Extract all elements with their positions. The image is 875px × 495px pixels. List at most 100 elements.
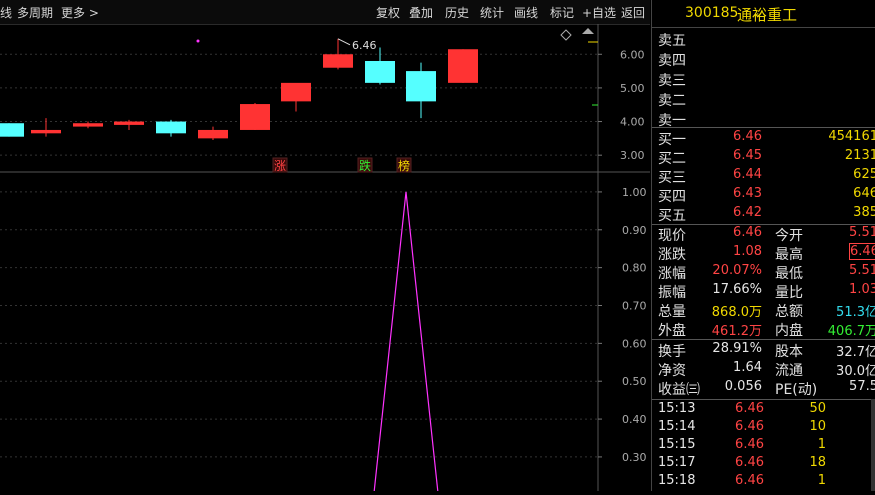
- bid-label: 买四: [658, 189, 686, 205]
- more-menu[interactable]: 更多 >: [61, 4, 99, 21]
- bid-price: 6.43: [733, 186, 762, 201]
- bid-price: 6.44: [733, 167, 762, 182]
- ask-label: 卖二: [658, 93, 686, 109]
- bid-row: 买三 6.44 625: [652, 167, 875, 186]
- divider: [652, 339, 875, 340]
- candle-body: [365, 61, 395, 83]
- ask-row: 卖五: [652, 30, 875, 49]
- stat-label: 流通: [775, 363, 803, 379]
- stat-value: 406.7万: [827, 324, 875, 339]
- stat-value: 32.7亿: [836, 345, 875, 360]
- stat-row: 总量 868.0万 总额 51.3亿: [652, 301, 875, 320]
- stat-label: 量比: [775, 285, 803, 301]
- stock-code[interactable]: 300185: [685, 5, 738, 21]
- indicator-tick-label: 0.90: [622, 224, 647, 237]
- stat-label: 股本: [775, 344, 803, 360]
- fragment-tab[interactable]: 线: [0, 4, 12, 21]
- stat-label: 总额: [775, 304, 803, 320]
- mark-button[interactable]: 标记: [550, 4, 574, 21]
- stat-value: 868.0万: [711, 305, 762, 320]
- trade-price: 6.46: [735, 419, 764, 434]
- stat-row: 振幅 17.66% 量比 1.03: [652, 282, 875, 301]
- multi-period-tab[interactable]: 多周期: [17, 4, 53, 21]
- event-marker-3: 榜: [398, 158, 410, 173]
- kline-chart: 6.00 5.00 4.00 3.00 6.46 涨 跌 榜 1.00 0.90 0.80 0.70 0…: [0, 24, 650, 494]
- ask-row: 卖四: [652, 50, 875, 69]
- ask-label: 卖五: [658, 33, 686, 49]
- stat-label: 总量: [658, 304, 686, 320]
- stat-label: 内盘: [775, 323, 803, 339]
- bid-row: 买五 6.42 385: [652, 205, 875, 224]
- bid-volume: 2131: [844, 148, 875, 163]
- bid-volume: 385: [853, 205, 875, 220]
- draw-line-button[interactable]: 画线: [514, 4, 538, 21]
- candle-body: [114, 121, 144, 125]
- event-marker-1: 涨: [274, 158, 286, 173]
- bid-price: 6.42: [733, 205, 762, 220]
- stat-label: 涨幅: [658, 266, 686, 282]
- quote-panel: 300185 通裕重工 卖五 卖四 卖三 卖二 卖一 买一 6.46 454161 买二 6.45…: [651, 0, 875, 491]
- stat-value: 5.51: [849, 225, 875, 240]
- stat-label: PE(动): [775, 382, 818, 398]
- candle-body: [240, 104, 270, 130]
- candle-body: [31, 129, 61, 134]
- stat-row: 净资 1.64 流通 30.0亿: [652, 360, 875, 379]
- stat-value: 57.5: [849, 379, 875, 394]
- chart-toolbar: 线多周期 更多 > 复权 叠加 历史 统计 画线 标记 +自选 返回: [0, 0, 650, 25]
- trade-row: 15:136.46501: [652, 401, 875, 419]
- trade-price: 6.46: [735, 401, 764, 416]
- trade-volume: 10: [809, 419, 826, 434]
- candle-body: [323, 54, 353, 68]
- stat-label: 收益㈢: [658, 382, 700, 398]
- stat-label: 涨跌: [658, 247, 686, 263]
- add-watchlist-button[interactable]: +自选: [582, 4, 616, 21]
- stat-label: 外盘: [658, 323, 686, 339]
- stat-value: 0.056: [724, 379, 762, 394]
- max-price-pointer: [337, 38, 351, 46]
- trade-price: 6.46: [735, 455, 764, 470]
- stat-row: 收益㈢ 0.056 PE(动) 57.5: [652, 379, 875, 398]
- chart-area: 6.00 5.00 4.00 3.00 6.46 涨 跌 榜 1.00 0.90 0.80 0.70 0…: [0, 24, 650, 494]
- stat-value: 1.08: [733, 244, 762, 259]
- indicator-line: [373, 191, 439, 494]
- diamond-icon: [560, 29, 572, 41]
- bid-row: 买二 6.45 2131: [652, 148, 875, 167]
- stat-label: 振幅: [658, 285, 686, 301]
- stock-header: 300185 通裕重工: [652, 0, 875, 28]
- overlay-button[interactable]: 叠加: [409, 4, 433, 21]
- stat-label: 最高: [775, 247, 803, 263]
- divider: [652, 127, 875, 128]
- statistics-button[interactable]: 统计: [480, 4, 504, 21]
- price-tick-label: 6.00: [620, 48, 645, 61]
- trade-time: 15:17: [658, 455, 696, 470]
- trade-scrollbar[interactable]: [871, 399, 875, 491]
- stat-value: 30.0亿: [836, 364, 875, 379]
- bid-label: 买一: [658, 132, 686, 148]
- trade-row: 15:156.4611: [652, 437, 875, 455]
- trade-time: 15:18: [658, 473, 696, 488]
- trade-volume: 18: [809, 455, 826, 470]
- bid-label: 买二: [658, 151, 686, 167]
- stock-name[interactable]: 通裕重工: [737, 4, 797, 25]
- trade-volume: 1: [817, 437, 826, 452]
- divider: [652, 399, 875, 400]
- marker-dot: [196, 39, 200, 43]
- candle-body: [198, 129, 228, 139]
- bid-price: 6.45: [733, 148, 762, 163]
- bid-volume: 625: [853, 167, 875, 182]
- candle-body: [0, 123, 24, 137]
- history-button[interactable]: 历史: [445, 4, 469, 21]
- bid-label: 买三: [658, 170, 686, 186]
- max-price-label: 6.46: [352, 39, 377, 52]
- restore-rights-button[interactable]: 复权: [376, 4, 400, 21]
- bid-label: 买五: [658, 208, 686, 224]
- stat-row: 现价 6.46 今开 5.51: [652, 225, 875, 244]
- candle-body: [156, 121, 186, 134]
- trade-time: 15:15: [658, 437, 696, 452]
- bid-price: 6.46: [733, 129, 762, 144]
- ask-label: 卖三: [658, 73, 686, 89]
- ask-label: 卖四: [658, 53, 686, 69]
- back-button[interactable]: 返回: [621, 4, 645, 21]
- trade-time: 15:13: [658, 401, 696, 416]
- indicator-tick-label: 0.30: [622, 451, 647, 464]
